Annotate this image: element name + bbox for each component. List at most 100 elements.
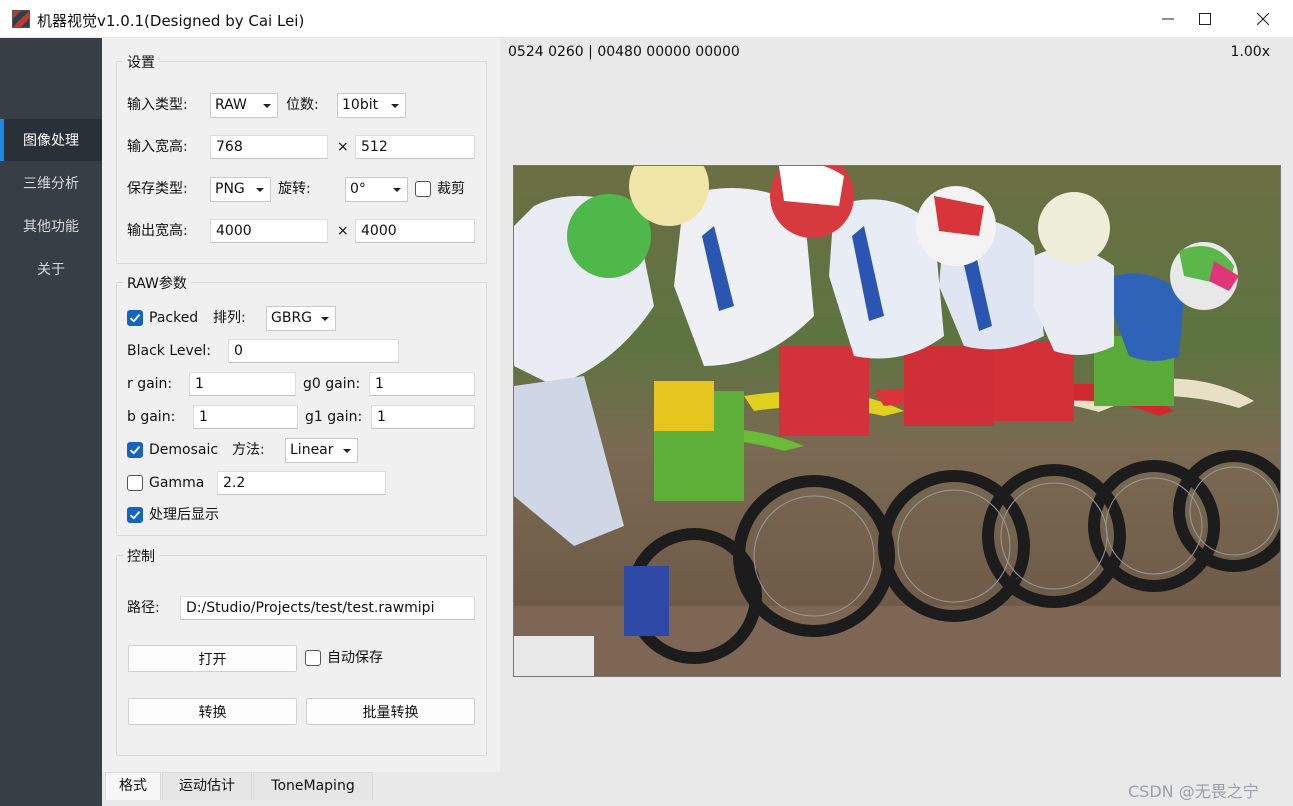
window-title: 机器视觉v1.0.1(Designed by Cai Lei)	[37, 12, 305, 30]
tab-format[interactable]: 格式	[105, 772, 161, 800]
motocross-photo	[514, 166, 1280, 676]
order-label: 排列:	[213, 310, 246, 326]
close-button[interactable]	[1238, 0, 1288, 38]
sidebar-item-other-functions[interactable]: 其他功能	[0, 205, 102, 247]
g1-gain-label: g1 gain:	[305, 409, 363, 425]
control-group-title: 控制	[123, 546, 159, 566]
sidebar-item-3d-analysis[interactable]: 三维分析	[0, 162, 102, 204]
order-value: GBRG	[271, 310, 313, 326]
method-label: 方法:	[232, 442, 265, 458]
tab-label: 格式	[119, 778, 147, 794]
batch-convert-button-label: 批量转换	[362, 704, 419, 721]
input-size-label: 输入宽高:	[127, 139, 188, 155]
raw-params-group: RAW参数 Packed 排列: GBRG Black Level: 0 r g…	[116, 273, 487, 536]
checkmark-icon	[129, 511, 141, 520]
sidebar-item-label: 关于	[37, 262, 65, 278]
chevron-down-icon	[393, 188, 401, 192]
show-after-checkbox[interactable]	[127, 507, 143, 523]
close-icon	[1257, 13, 1269, 25]
tab-tonemapping[interactable]: ToneMaping	[253, 772, 373, 800]
open-button-label: 打开	[198, 651, 227, 668]
save-type-label: 保存类型:	[127, 181, 188, 197]
b-gain-label: b gain:	[127, 409, 176, 425]
output-height-field[interactable]: 4000	[355, 219, 475, 243]
order-select[interactable]: GBRG	[266, 306, 336, 331]
output-size-label: 输出宽高:	[127, 223, 188, 239]
raw-params-group-title: RAW参数	[123, 273, 191, 293]
settings-panel: 设置 输入类型: RAW 位数: 10bit 输入宽高: 768 × 512 保…	[102, 38, 500, 772]
input-type-select[interactable]: RAW	[210, 93, 278, 118]
batch-convert-button[interactable]: 批量转换	[306, 698, 475, 725]
method-select[interactable]: Linear	[285, 438, 358, 463]
gamma-label: Gamma	[149, 475, 205, 491]
checkmark-icon	[129, 446, 141, 455]
control-group: 控制 路径: D:/Studio/Projects/test/test.rawm…	[116, 546, 487, 756]
packed-checkbox[interactable]	[127, 310, 143, 326]
convert-button-label: 转换	[198, 704, 227, 721]
settings-group-title: 设置	[123, 52, 159, 72]
sidebar-item-label: 三维分析	[23, 176, 79, 192]
bit-label: 位数:	[286, 97, 319, 113]
crop-checkbox[interactable]	[415, 181, 431, 197]
rotate-value: 0°	[350, 181, 366, 197]
maximize-button[interactable]	[1180, 0, 1230, 38]
convert-button[interactable]: 转换	[128, 698, 297, 725]
times-sign: ×	[337, 223, 349, 239]
sidebar-item-label: 图像处理	[23, 133, 79, 149]
chevron-down-icon	[391, 104, 399, 108]
g1-gain-field[interactable]: 1	[371, 405, 475, 429]
zoom-level: 1.00x	[1230, 44, 1270, 60]
bit-select[interactable]: 10bit	[337, 93, 406, 118]
sidebar-item-label: 其他功能	[23, 219, 79, 235]
r-gain-field[interactable]: 1	[189, 372, 296, 396]
b-gain-field[interactable]: 1	[193, 405, 298, 429]
chevron-down-icon	[343, 449, 351, 453]
save-type-select[interactable]: PNG	[210, 177, 271, 202]
rotate-label: 旋转:	[278, 181, 311, 197]
r-gain-label: r gain:	[127, 376, 173, 392]
maximize-icon	[1199, 13, 1211, 25]
output-width-field[interactable]: 4000	[210, 219, 328, 243]
path-label: 路径:	[127, 600, 160, 616]
method-value: Linear	[290, 442, 334, 458]
input-type-label: 输入类型:	[127, 97, 188, 113]
image-canvas[interactable]	[513, 165, 1281, 677]
auto-save-label: 自动保存	[327, 650, 383, 666]
times-sign: ×	[337, 139, 349, 155]
pixel-info-readout: 0524 0260 | 00480 00000 00000	[508, 44, 740, 60]
black-level-label: Black Level:	[127, 343, 211, 359]
sidebar: 图像处理 三维分析 其他功能 关于	[0, 38, 102, 806]
input-type-value: RAW	[215, 97, 247, 113]
auto-save-checkbox[interactable]	[305, 650, 321, 666]
bit-value: 10bit	[342, 97, 379, 113]
sidebar-item-about[interactable]: 关于	[0, 248, 102, 290]
show-after-label: 处理后显示	[149, 507, 219, 523]
title-bar: 机器视觉v1.0.1(Designed by Cai Lei)	[0, 0, 1293, 38]
path-field[interactable]: D:/Studio/Projects/test/test.rawmipi	[180, 596, 475, 620]
tab-motion-estimation[interactable]: 运动估计	[162, 772, 252, 800]
demosaic-label: Demosaic	[149, 442, 219, 458]
sidebar-item-image-processing[interactable]: 图像处理	[0, 119, 102, 161]
watermark: CSDN @无畏之宁	[1128, 782, 1259, 801]
input-width-field[interactable]: 768	[210, 135, 328, 159]
checkmark-icon	[129, 314, 141, 323]
g0-gain-label: g0 gain:	[303, 376, 361, 392]
black-level-field[interactable]: 0	[228, 339, 399, 363]
app-icon	[12, 10, 30, 28]
crop-label: 裁剪	[437, 181, 465, 197]
settings-group: 设置 输入类型: RAW 位数: 10bit 输入宽高: 768 × 512 保…	[116, 52, 487, 264]
open-button[interactable]: 打开	[128, 645, 297, 672]
tab-label: ToneMaping	[271, 778, 355, 794]
input-height-field[interactable]: 512	[355, 135, 475, 159]
tab-label: 运动估计	[179, 778, 235, 794]
chevron-down-icon	[321, 317, 329, 321]
g0-gain-field[interactable]: 1	[369, 372, 475, 396]
rotate-select[interactable]: 0°	[345, 177, 408, 202]
gamma-field[interactable]: 2.2	[217, 471, 386, 495]
save-type-value: PNG	[215, 181, 245, 197]
chevron-down-icon	[256, 188, 264, 192]
packed-label: Packed	[149, 310, 199, 326]
demosaic-checkbox[interactable]	[127, 442, 143, 458]
gamma-checkbox[interactable]	[127, 475, 143, 491]
minimize-icon	[1162, 18, 1174, 20]
